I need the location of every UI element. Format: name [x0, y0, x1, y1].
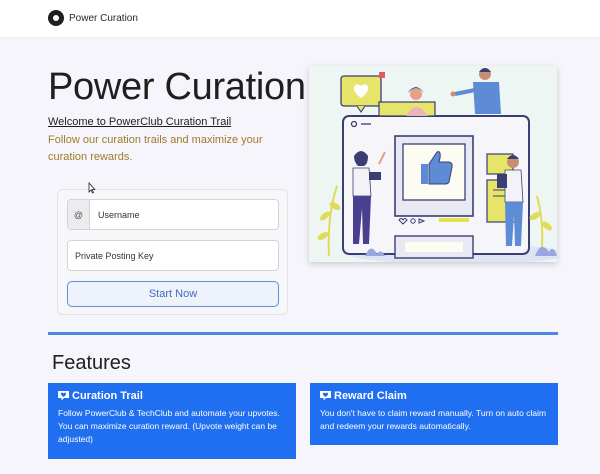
heart-chat-icon	[320, 391, 331, 401]
welcome-link[interactable]: Welcome to PowerClub Curation Trail	[48, 116, 231, 128]
feature-card-reward-claim: Reward Claim You don't have to claim rew…	[310, 383, 558, 445]
brand-name: Power Curation	[69, 12, 138, 24]
username-input[interactable]	[90, 200, 278, 229]
navbar: Power Curation	[0, 0, 600, 38]
brand-link[interactable]: Power Curation	[48, 10, 138, 26]
hero-illustration	[309, 66, 557, 262]
feature-header: Reward Claim	[320, 390, 548, 402]
feature-description: You don't have to claim reward manually.…	[320, 408, 547, 431]
lead-text: Follow our curation trails and maximize …	[48, 134, 263, 163]
section-divider	[48, 332, 558, 335]
feature-title: Reward Claim	[334, 390, 407, 402]
start-now-button[interactable]: Start Now	[67, 281, 279, 307]
heart-chat-icon	[58, 391, 69, 401]
page-title: Power Curation	[48, 66, 306, 108]
at-sign-addon: @	[68, 200, 90, 229]
mouse-pointer-icon	[88, 182, 96, 194]
feature-title: Curation Trail	[72, 390, 143, 402]
features-heading: Features	[52, 352, 131, 374]
feature-header: Curation Trail	[58, 390, 286, 402]
feature-card-curation-trail: Curation Trail Follow PowerClub & TechCl…	[48, 383, 296, 459]
username-input-group: @	[67, 199, 279, 230]
social-media-illustration	[317, 68, 557, 262]
login-card: @ Start Now	[57, 189, 288, 315]
feature-description: Follow PowerClub & TechClub and automate…	[58, 408, 280, 444]
power-curation-logo-icon	[48, 10, 64, 26]
posting-key-input[interactable]	[67, 240, 279, 271]
